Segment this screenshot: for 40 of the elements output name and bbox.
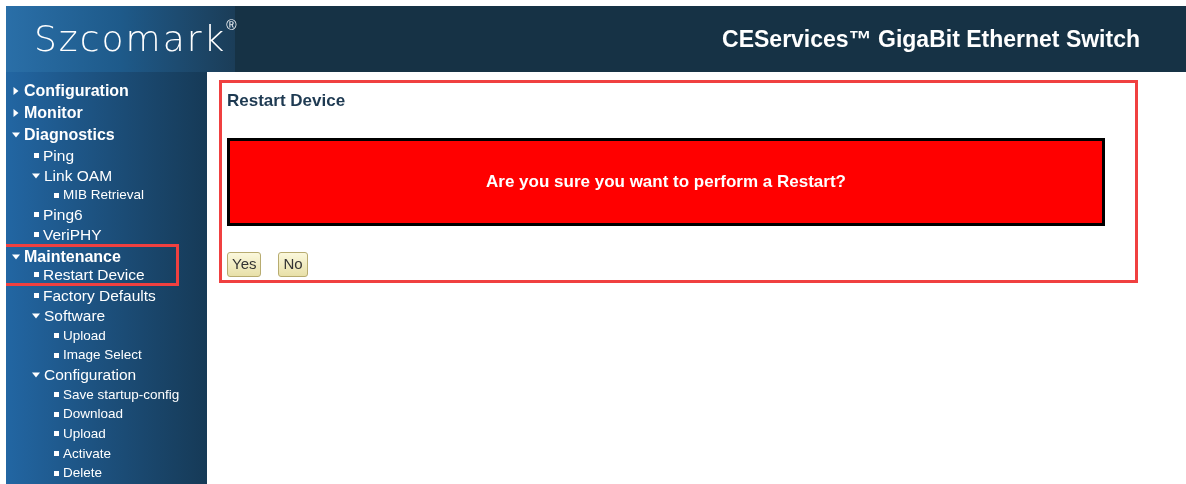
nav-link[interactable]: Maintenance [24, 248, 121, 265]
page-title: Restart Device [227, 90, 347, 112]
warning-text: Are you sure you want to perform a Restart? [486, 170, 846, 193]
header-title: CEServices™ GigaBit Ethernet Switch [722, 24, 1140, 54]
nav-link[interactable]: Diagnostics [24, 127, 115, 143]
nav-link[interactable]: Download [63, 407, 124, 421]
bullet-icon [54, 352, 59, 358]
bullet-icon [54, 411, 59, 417]
bullet-icon [54, 431, 59, 437]
bullet-icon [34, 212, 39, 218]
bullet-icon [34, 232, 39, 238]
nav-link[interactable]: Delete [63, 466, 103, 480]
nav-link[interactable]: Upload [63, 328, 106, 343]
nav-link[interactable]: VeriPHY [43, 226, 102, 243]
nav-link[interactable]: Save startup-config [63, 387, 180, 402]
nav-link[interactable]: Factory Defaults [43, 288, 156, 304]
nav-link[interactable]: Restart Device [43, 267, 145, 283]
nav-link[interactable]: Ping6 [43, 207, 83, 223]
logo-text: Szcomark [34, 21, 227, 57]
nav-link[interactable]: Ping [43, 148, 75, 164]
registered-mark: ® [226, 18, 237, 32]
nav-link[interactable]: Activate [63, 446, 112, 461]
nav-link[interactable]: Configuration [24, 83, 129, 99]
no-button[interactable]: No [278, 251, 308, 277]
bullet-icon [34, 153, 39, 159]
nav-link[interactable]: Link OAM [44, 167, 113, 184]
nav-link[interactable]: MIB Retrieval [63, 188, 145, 202]
nav-link[interactable]: Software [44, 307, 106, 324]
bullet-icon [34, 293, 39, 299]
bullet-icon [54, 450, 59, 456]
yes-button[interactable]: Yes [227, 251, 262, 277]
bullet-icon [54, 470, 59, 476]
bullet-icon [54, 332, 59, 338]
bullet-icon [54, 192, 59, 198]
nav-link[interactable]: Upload [63, 427, 106, 441]
bullet-icon [34, 272, 39, 278]
nav-link[interactable]: Monitor [24, 105, 83, 121]
nav-link[interactable]: Configuration [44, 366, 137, 383]
nav-link[interactable]: Image Select [63, 348, 142, 362]
bullet-icon [54, 391, 59, 397]
